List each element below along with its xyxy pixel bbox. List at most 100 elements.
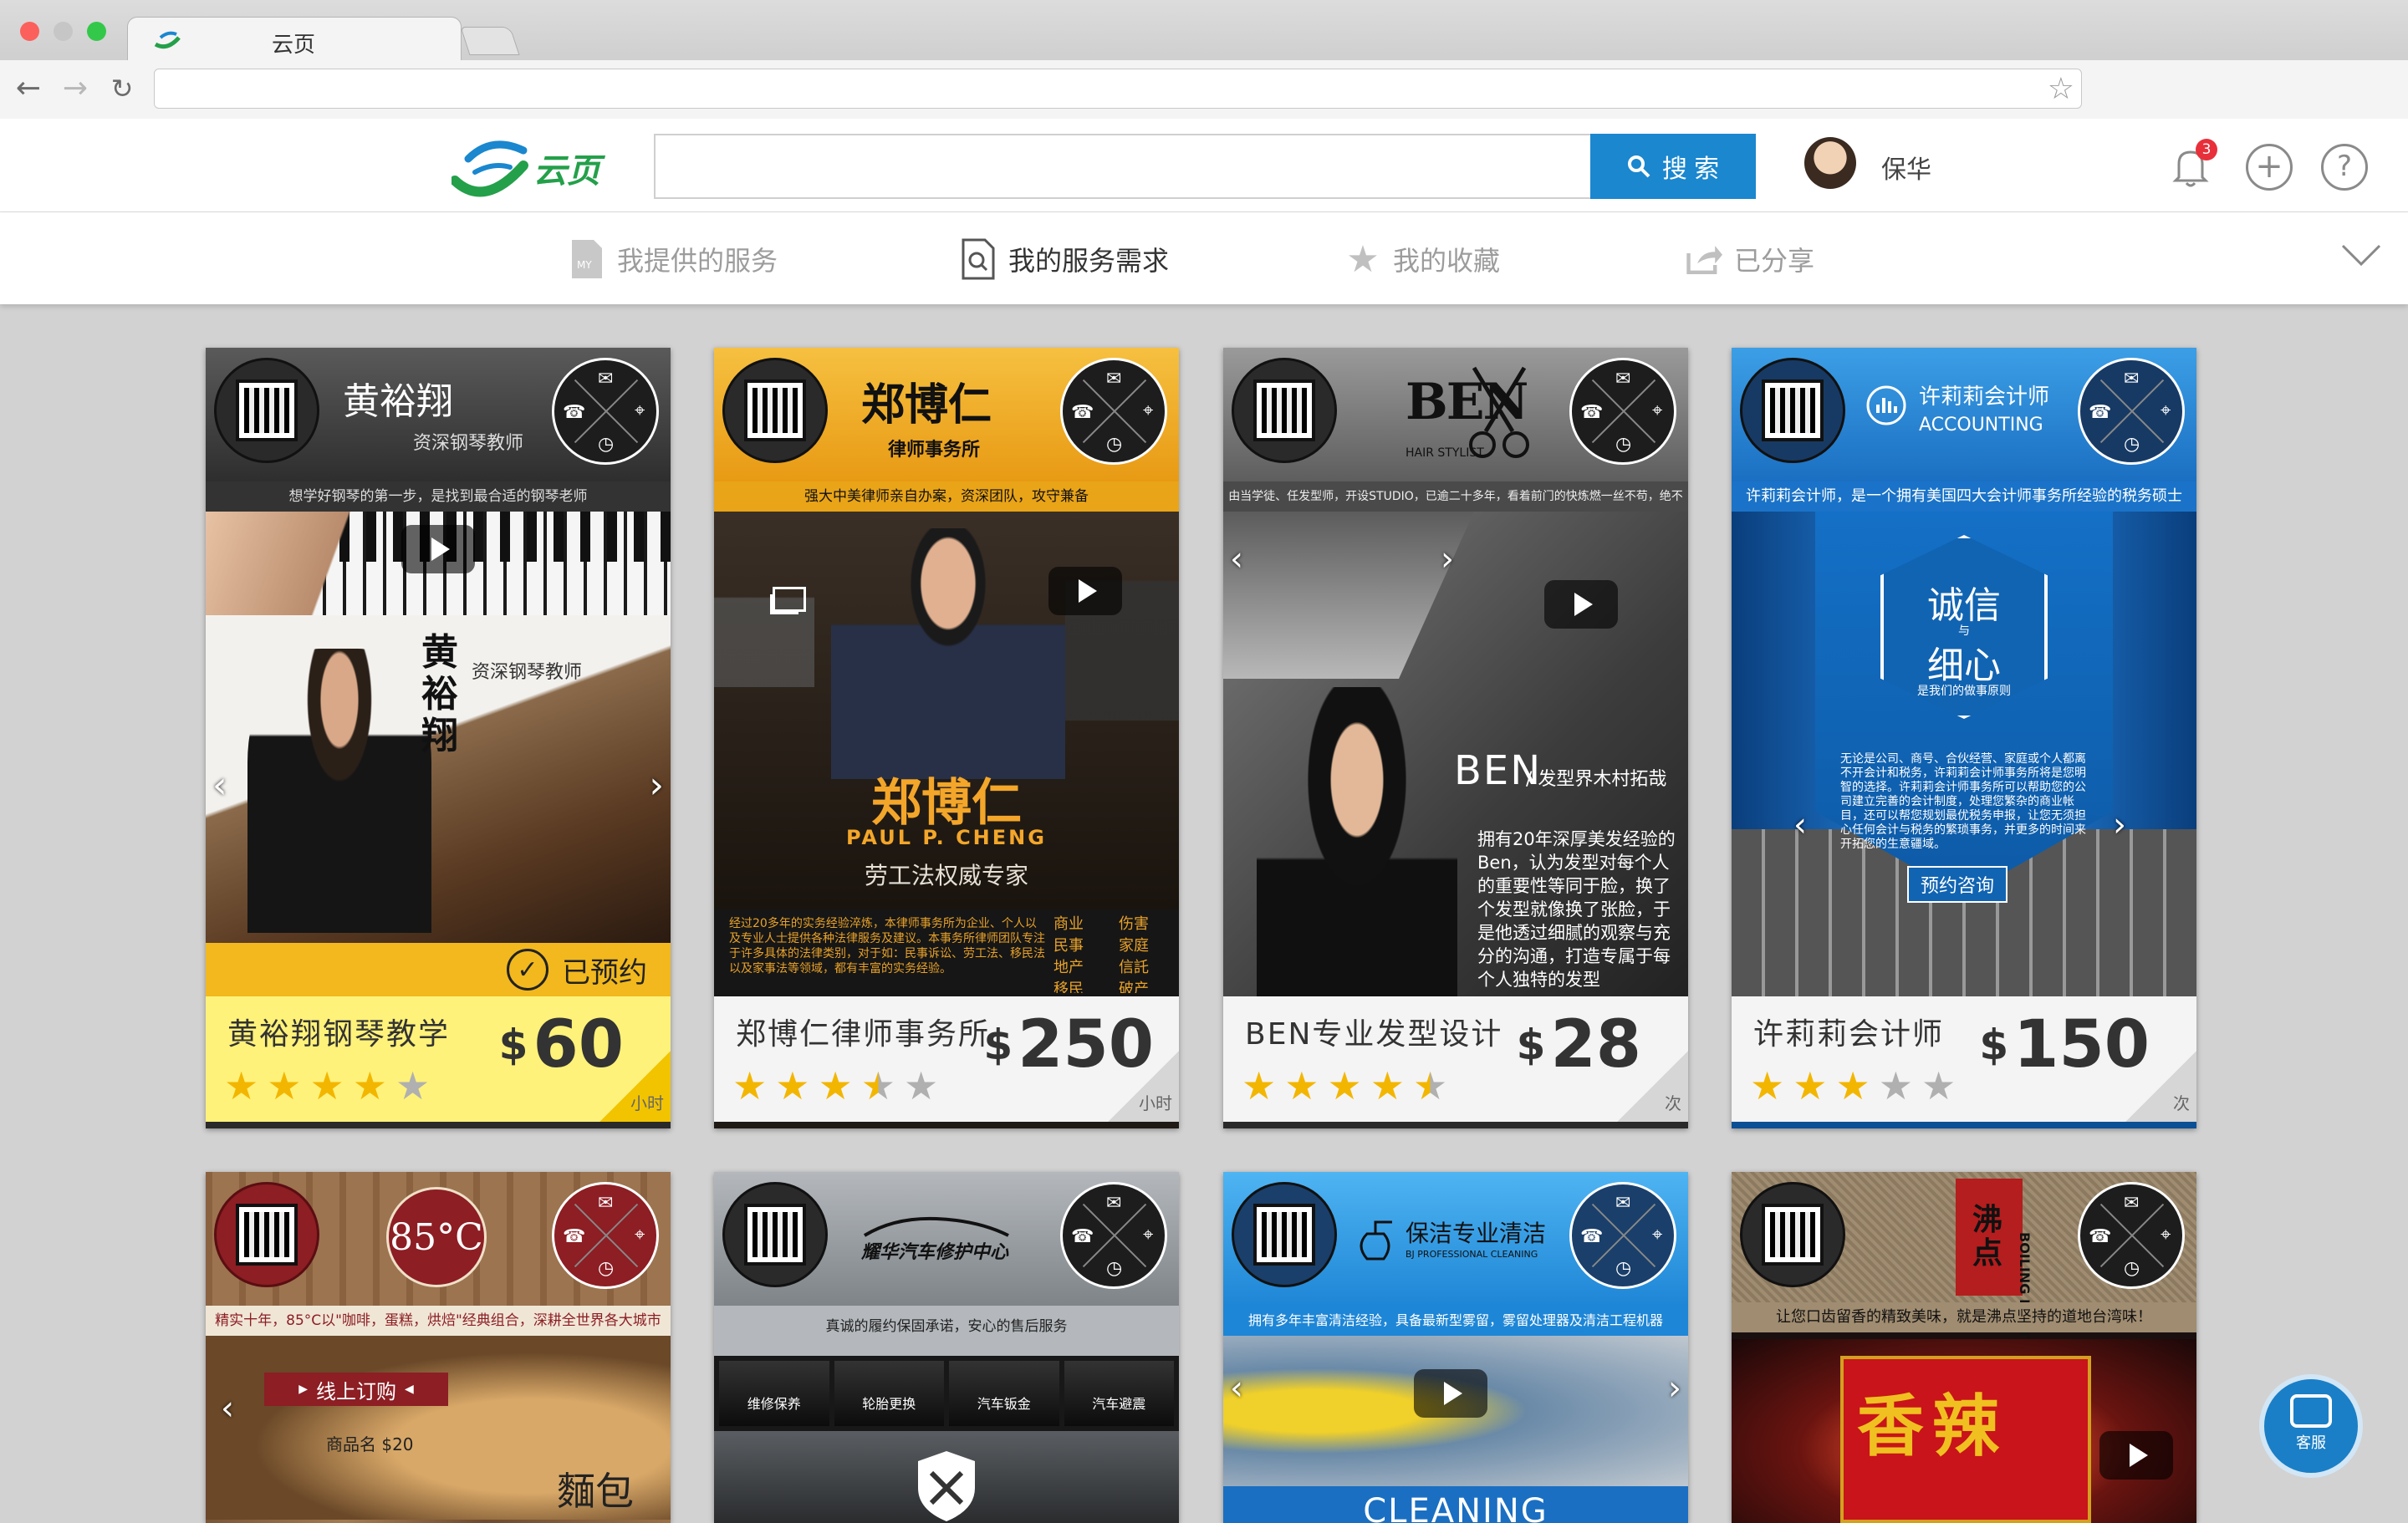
mail-icon[interactable]: ✉ [598,1194,613,1213]
search-input[interactable] [654,134,1590,199]
clock-icon[interactable]: ◷ [598,436,614,454]
chevron-down-icon[interactable] [2341,242,2381,267]
service-card[interactable]: 耀华汽车修护中心 ✉ ☎ ⌖ ◷ 真诚的履约保固承诺，安心的售后服务 维修保养 … [714,1172,1179,1523]
phone-icon[interactable]: ☎ [563,404,585,422]
browser-tab[interactable]: 云页 [127,17,462,62]
phone-icon[interactable]: ☎ [1071,404,1094,422]
phone-icon[interactable]: ☎ [1071,1228,1094,1246]
consult-button[interactable]: 预约咨询 [1907,866,2008,903]
reload-icon[interactable]: ↻ [105,72,139,105]
mail-icon[interactable]: ✉ [1106,370,1121,389]
back-arrow-icon[interactable]: ← [12,72,45,105]
mail-icon[interactable]: ✉ [1106,1194,1121,1213]
clock-icon[interactable]: ◷ [598,1260,614,1278]
chevron-left-icon[interactable]: ‹ [221,1389,234,1428]
location-pin-icon[interactable]: ⌖ [2161,402,2171,420]
user-name[interactable]: 保华 [1881,149,1931,186]
service-card[interactable]: 许莉莉会计师 ACCOUNTING ✉ ☎ ⌖ ◷ 许莉莉会计师，是一个拥有美国… [1732,348,2196,1128]
address-bar[interactable]: ☆ [154,69,2082,109]
search-button[interactable]: 搜 索 [1590,134,1756,199]
new-tab-button[interactable] [460,27,520,55]
chevron-right-icon[interactable]: › [1441,540,1454,578]
mail-icon[interactable]: ✉ [2124,370,2139,389]
clock-icon[interactable]: ◷ [1615,436,1631,454]
chevron-right-icon[interactable]: › [2113,806,2126,844]
question-icon[interactable]: ? [2321,144,2368,191]
service-tile[interactable]: 轮胎更换 [834,1361,944,1426]
product-price: 商品名 $20 [326,1434,414,1454]
service-card[interactable]: BEN HAIR STYLIST ✉ ☎ ⌖ ◷ 由当学徒、任发型师，开设STU… [1223,348,1688,1128]
contact-wheel[interactable]: ✉ ☎ ⌖ ◷ [552,358,659,465]
tab-my-services[interactable]: MY 我提供的服务 [569,234,778,284]
chevron-right-icon[interactable]: › [649,764,664,807]
service-tile[interactable]: 汽车钣金 [949,1361,1059,1426]
service-card[interactable]: 85°C ✉ ☎ ⌖ ◷ 精实十年，85°C以"咖啡，蛋糕，烘焙"经典组合，深耕… [206,1172,671,1523]
chevron-right-icon[interactable]: › [1668,1369,1681,1408]
contact-wheel[interactable]: ✉ ☎ ⌖ ◷ [1060,358,1167,465]
clock-icon[interactable]: ◷ [2124,436,2140,454]
contact-wheel[interactable]: ✉ ☎ ⌖ ◷ [2078,1182,2185,1289]
service-card[interactable]: 保洁专业清洁 BJ PROFESSIONAL CLEANING ✉ ☎ ⌖ ◷ … [1223,1172,1688,1523]
qr-code-icon[interactable] [214,358,319,463]
tab-favorites[interactable]: ★ 我的收藏 [1344,234,1500,284]
contact-wheel[interactable]: ✉ ☎ ⌖ ◷ [1569,358,1676,465]
service-card[interactable]: 郑博仁 律师事务所 ✉ ☎ ⌖ ◷ 强大中美律师亲自办案，资深团队，攻守兼备 郑… [714,348,1179,1128]
contact-wheel[interactable]: ✉ ☎ ⌖ ◷ [2078,358,2185,465]
customer-service-button[interactable]: 客服 [2259,1374,2363,1478]
play-video-icon[interactable] [1544,580,1618,629]
user-avatar[interactable] [1804,137,1856,189]
phone-icon[interactable]: ☎ [1580,404,1603,422]
play-video-icon[interactable] [1414,1369,1487,1418]
mail-icon[interactable]: ✉ [2124,1194,2139,1213]
chevron-left-icon[interactable]: ‹ [1793,806,1807,844]
phone-icon[interactable]: ☎ [2089,404,2111,422]
tab-my-needs[interactable]: 我的服务需求 [960,234,1169,284]
bookmark-star-icon[interactable]: ☆ [2048,73,2074,106]
mail-icon[interactable]: ✉ [1615,1194,1630,1213]
qr-code-icon[interactable] [722,1182,828,1287]
forward-arrow-icon[interactable]: → [59,72,92,105]
phone-icon[interactable]: ☎ [563,1228,585,1246]
clock-icon[interactable]: ◷ [1106,436,1122,454]
phone-icon[interactable]: ☎ [1580,1228,1603,1246]
chevron-left-icon[interactable]: ‹ [212,764,227,807]
play-video-icon[interactable] [2099,1431,2173,1480]
qr-code-icon[interactable] [1232,358,1337,463]
qr-code-icon[interactable] [1740,1182,1845,1287]
plus-icon[interactable]: + [2246,144,2293,191]
location-pin-icon[interactable]: ⌖ [1143,1226,1153,1245]
location-pin-icon[interactable]: ⌖ [1143,402,1153,420]
location-pin-icon[interactable]: ⌖ [2161,1226,2171,1245]
contact-wheel[interactable]: ✉ ☎ ⌖ ◷ [552,1182,659,1289]
qr-code-icon[interactable] [722,358,828,463]
tab-shared[interactable]: 已分享 [1686,234,1814,284]
location-pin-icon[interactable]: ⌖ [635,1226,645,1245]
mail-icon[interactable]: ✉ [1615,370,1630,389]
gallery-icon[interactable] [773,587,806,612]
chevron-left-icon[interactable]: ‹ [1230,1369,1243,1408]
qr-code-icon[interactable] [1232,1182,1337,1287]
location-pin-icon[interactable]: ⌖ [1652,402,1662,420]
phone-icon[interactable]: ☎ [2089,1228,2111,1246]
location-pin-icon[interactable]: ⌖ [635,402,645,420]
qr-code-icon[interactable] [214,1182,319,1287]
close-window-icon[interactable] [20,22,39,41]
service-card[interactable]: 沸点 BOILING POINT ✉ ☎ ⌖ ◷ 让您口齿留香的精致美味，就是沸… [1732,1172,2196,1523]
service-tile[interactable]: 维修保养 [719,1361,829,1426]
play-video-icon[interactable] [401,525,475,573]
chevron-left-icon[interactable]: ‹ [1230,540,1243,578]
service-tile[interactable]: 汽车避震 [1064,1361,1174,1426]
clock-icon[interactable]: ◷ [2124,1260,2140,1278]
location-pin-icon[interactable]: ⌖ [1652,1226,1662,1245]
clock-icon[interactable]: ◷ [1615,1260,1631,1278]
order-online-button[interactable]: ▶ 线上订购 ◀ [264,1373,448,1406]
zoom-window-icon[interactable] [87,22,106,41]
minimize-window-icon[interactable] [54,22,73,41]
mail-icon[interactable]: ✉ [598,370,613,389]
contact-wheel[interactable]: ✉ ☎ ⌖ ◷ [1060,1182,1167,1289]
clock-icon[interactable]: ◷ [1106,1260,1122,1278]
contact-wheel[interactable]: ✉ ☎ ⌖ ◷ [1569,1182,1676,1289]
qr-code-icon[interactable] [1740,358,1845,463]
play-video-icon[interactable] [1048,567,1122,615]
service-card[interactable]: 黄裕翔 资深钢琴教师 ✉ ☎ ⌖ ◷ 想学好钢琴的第一步，是找到最合适的钢琴老师… [206,348,671,1128]
